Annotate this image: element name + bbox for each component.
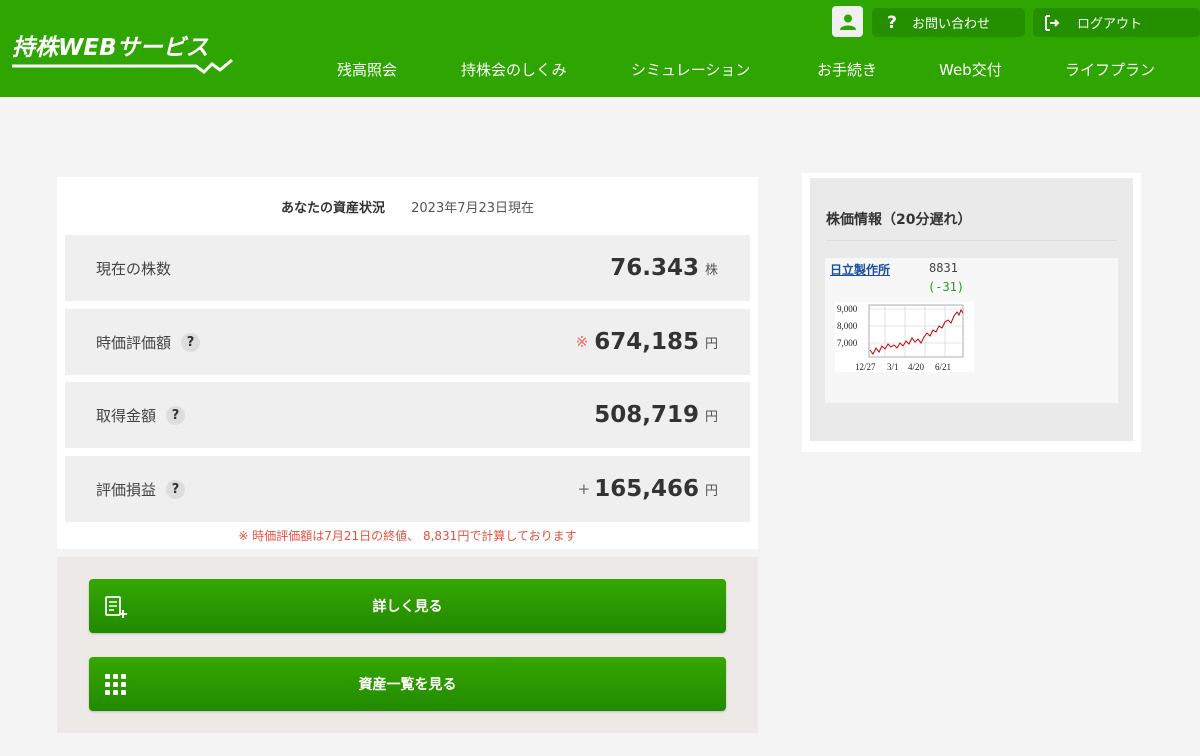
main-nav: 残高照会 持株会のしくみ シミュレーション お手続き Web交付 ライフプラン (0, 59, 1200, 79)
row-label: 評価損益 (96, 480, 157, 499)
logout-button[interactable]: ログアウト (1033, 8, 1200, 37)
x-tick-label: 6/21 (935, 362, 951, 372)
summary-date: 2023年7月23日現在 (411, 201, 535, 216)
action-buttons-area: 詳しく見る 資産一覧を見る (57, 557, 758, 733)
grid-dots-icon (105, 674, 126, 695)
row-market-value: 時価評価額 ? ※ 674,185 円 (65, 309, 750, 375)
note-mark: ※ (575, 333, 589, 351)
question-icon: ? (887, 12, 897, 33)
user-button[interactable] (832, 6, 863, 37)
logout-label: ログアウト (1077, 17, 1143, 32)
y-tick-label: 9,000 (837, 304, 858, 314)
contact-button[interactable]: ? お問い合わせ (872, 8, 1025, 37)
header: 持株WEBサービス ? お問い合わせ ログアウト 残高照会 持株会のしくみ シミ… (0, 0, 1200, 97)
row-value: 165,466 (594, 476, 699, 502)
summary-header: あなたの資産状況 2023年7月23日現在 (57, 197, 758, 216)
stock-info-inner: 株価情報（20分遅れ） 日立製作所 8831 (-31) 9,000 8,000… (810, 178, 1133, 441)
user-icon (839, 14, 856, 30)
row-unit: 円 (704, 409, 718, 425)
company-link[interactable]: 日立製作所 (830, 261, 890, 278)
row-value: 76.343 (610, 255, 699, 281)
stock-info-panel: 株価情報（20分遅れ） 日立製作所 8831 (-31) 9,000 8,000… (802, 173, 1141, 452)
stock-quote-box: 日立製作所 8831 (-31) 9,000 8,000 7,000 12/27… (825, 258, 1118, 403)
help-icon[interactable]: ? (166, 405, 186, 425)
view-assets-button[interactable]: 資産一覧を見る (89, 657, 726, 711)
document-plus-icon (105, 596, 127, 618)
view-details-label: 詳しく見る (372, 599, 443, 615)
row-unit: 円 (704, 483, 718, 499)
nav-web-delivery[interactable]: Web交付 (939, 59, 1002, 80)
row-label: 現在の株数 (96, 259, 172, 278)
stock-code: 8831 (929, 261, 958, 275)
summary-title: あなたの資産状況 (280, 201, 385, 216)
plus-sign: + (577, 480, 591, 498)
stock-title: 株価情報（20分遅れ） (826, 212, 972, 228)
row-label: 時価評価額 (96, 333, 172, 352)
y-tick-label: 7,000 (837, 338, 858, 348)
row-value: 508,719 (594, 402, 699, 428)
help-icon[interactable]: ? (181, 332, 201, 352)
nav-simulation[interactable]: シミュレーション (631, 59, 750, 80)
x-tick-label: 12/27 (855, 362, 876, 372)
nav-life-plan[interactable]: ライフプラン (1065, 59, 1155, 80)
nav-mechanism[interactable]: 持株会のしくみ (461, 59, 567, 80)
valuation-note: ※ 時価評価額は7月21日の終値、 8,831円で計算しております (238, 529, 577, 543)
logo-text: 持株WEBサービス (12, 35, 209, 61)
row-unrealized-gain: 評価損益 ? + 165,466 円 (65, 456, 750, 522)
row-unit: 株 (704, 262, 718, 278)
help-icon[interactable]: ? (166, 479, 186, 499)
view-details-button[interactable]: 詳しく見る (89, 579, 726, 633)
stock-price-chart: 9,000 8,000 7,000 12/27 3/1 4/20 6/21 (835, 302, 974, 372)
site-logo[interactable]: 持株WEBサービス (12, 28, 233, 74)
row-label: 取得金額 (96, 406, 157, 425)
x-tick-label: 3/1 (887, 362, 899, 372)
y-tick-label: 8,000 (837, 321, 858, 331)
x-tick-label: 4/20 (908, 362, 925, 372)
row-unit: 円 (704, 336, 718, 352)
nav-procedures[interactable]: お手続き (817, 59, 877, 80)
divider (826, 240, 1117, 241)
asset-summary-card: あなたの資産状況 2023年7月23日現在 現在の株数 76.343 株 時価評… (57, 177, 758, 549)
logout-icon (1045, 14, 1060, 31)
row-value: 674,185 (594, 329, 699, 355)
row-current-shares: 現在の株数 76.343 株 (65, 235, 750, 301)
contact-label: お問い合わせ (912, 17, 991, 32)
nav-balance[interactable]: 残高照会 (337, 59, 397, 80)
row-acquisition-cost: 取得金額 ? 508,719 円 (65, 382, 750, 448)
price-change: (-31) (928, 280, 965, 294)
view-assets-label: 資産一覧を見る (358, 677, 457, 693)
